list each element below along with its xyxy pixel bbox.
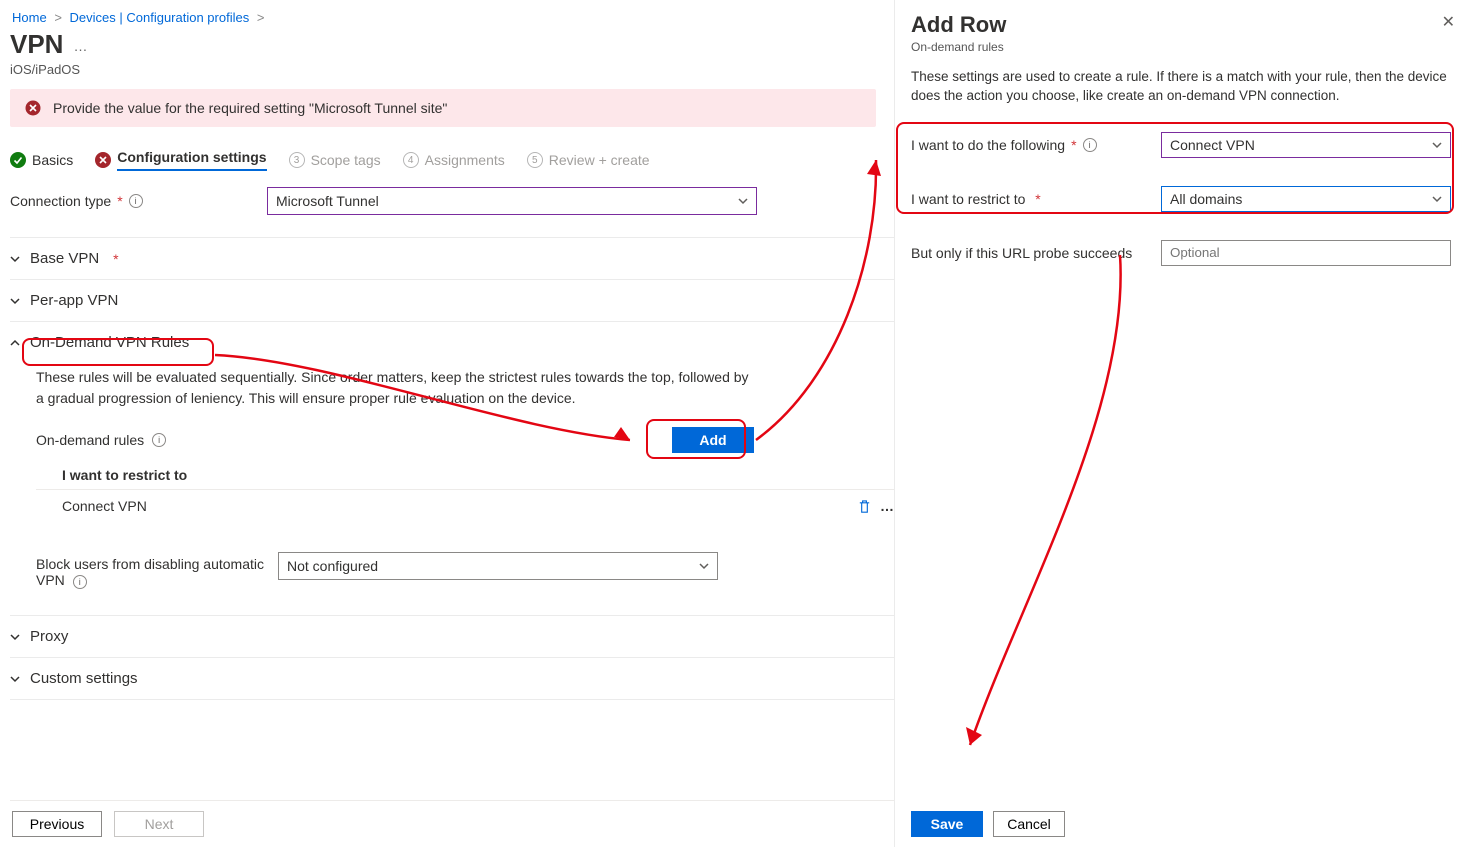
panel-restrict-label: I want to restrict to * [911, 191, 1151, 207]
rule-column-header: I want to restrict to [36, 457, 894, 489]
next-button[interactable]: Next [114, 811, 204, 837]
cancel-button[interactable]: Cancel [993, 811, 1065, 837]
panel-urlprobe-input[interactable] [1161, 240, 1451, 266]
add-button[interactable]: Add [672, 427, 754, 453]
wizard-tabs: Basics Configuration settings 3 Scope ta… [10, 149, 894, 171]
connection-type-label: Connection type* i [10, 193, 255, 209]
ondemand-description: These rules will be evaluated sequential… [36, 367, 756, 409]
info-icon[interactable]: i [73, 575, 87, 589]
tab-configuration-settings[interactable]: Configuration settings [95, 149, 266, 171]
add-row-panel: ✕ Add Row On-demand rules These settings… [895, 0, 1467, 847]
chevron-down-icon [10, 296, 20, 306]
panel-urlprobe-label: But only if this URL probe succeeds [911, 245, 1151, 261]
more-icon[interactable]: … [73, 38, 88, 54]
info-icon[interactable]: i [152, 433, 166, 447]
panel-action-label: I want to do the following* i [911, 137, 1151, 153]
breadcrumb: Home > Devices | Configuration profiles … [10, 10, 894, 29]
step-number-icon: 4 [403, 152, 419, 168]
panel-restrict-select[interactable]: All domains [1161, 186, 1451, 212]
step-number-icon: 5 [527, 152, 543, 168]
breadcrumb-home[interactable]: Home [12, 10, 47, 25]
section-base-vpn: Base VPN * [10, 237, 894, 279]
step-number-icon: 3 [289, 152, 305, 168]
info-icon[interactable]: i [1083, 138, 1097, 152]
error-text: Provide the value for the required setti… [53, 100, 447, 116]
error-circle-icon [95, 152, 111, 168]
section-on-demand-vpn-rules: On-Demand VPN Rules These rules will be … [10, 321, 894, 615]
page-title: VPN [10, 29, 63, 60]
section-custom-settings: Custom settings [10, 657, 894, 700]
chevron-down-icon [699, 561, 709, 571]
save-button[interactable]: Save [911, 811, 983, 837]
tab-review-create[interactable]: 5 Review + create [527, 152, 650, 168]
panel-action-select[interactable]: Connect VPN [1161, 132, 1451, 158]
breadcrumb-devices[interactable]: Devices | Configuration profiles [70, 10, 250, 25]
close-icon[interactable]: ✕ [1442, 12, 1455, 32]
rule-row[interactable]: Connect VPN … [36, 489, 894, 522]
connection-type-select[interactable]: Microsoft Tunnel [267, 187, 757, 215]
check-circle-icon [10, 152, 26, 168]
block-automatic-vpn-label: Block users from disabling automatic VPN… [36, 552, 266, 589]
error-icon [25, 100, 41, 116]
tab-scope-tags[interactable]: 3 Scope tags [289, 152, 381, 168]
rule-value: Connect VPN [62, 498, 147, 514]
chevron-up-icon [10, 338, 20, 348]
panel-description: These settings are used to create a rule… [911, 68, 1451, 106]
panel-title: Add Row [911, 12, 1451, 38]
info-icon[interactable]: i [129, 194, 143, 208]
chevron-down-icon [10, 632, 20, 642]
chevron-down-icon [10, 254, 20, 264]
ondemand-rules-label: On-demand rules [36, 432, 144, 448]
page-subtitle: iOS/iPadOS [10, 62, 894, 77]
chevron-down-icon [1432, 194, 1442, 204]
panel-subtitle: On-demand rules [911, 40, 1451, 54]
error-banner: Provide the value for the required setti… [10, 89, 876, 127]
section-per-app-vpn: Per-app VPN [10, 279, 894, 321]
chevron-down-icon [738, 196, 748, 206]
tab-assignments[interactable]: 4 Assignments [403, 152, 505, 168]
chevron-down-icon [10, 674, 20, 684]
section-proxy: Proxy [10, 615, 894, 657]
chevron-down-icon [1432, 140, 1442, 150]
tab-basics[interactable]: Basics [10, 152, 73, 168]
delete-icon[interactable] [857, 499, 872, 514]
block-automatic-vpn-select[interactable]: Not configured [278, 552, 718, 580]
more-icon[interactable]: … [880, 498, 894, 514]
previous-button[interactable]: Previous [12, 811, 102, 837]
